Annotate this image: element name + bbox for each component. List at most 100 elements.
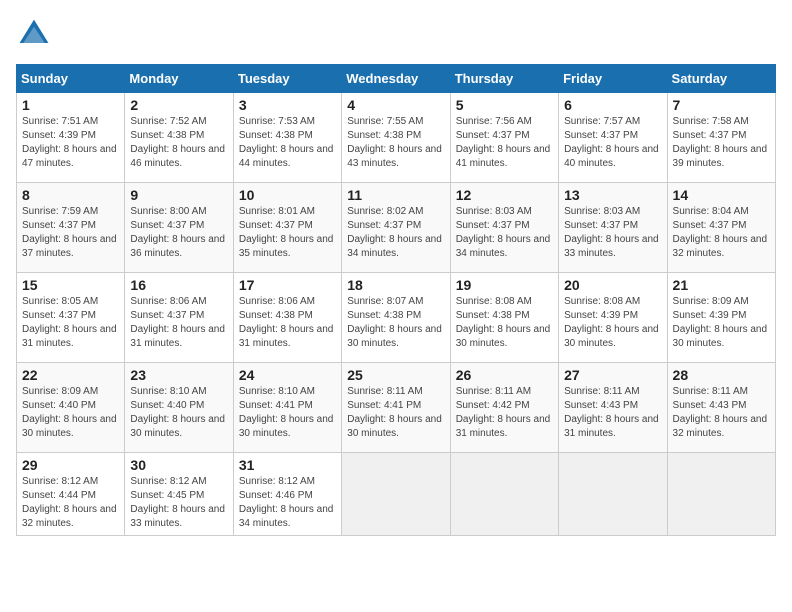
day-number: 27	[564, 367, 661, 383]
calendar-empty-cell	[667, 453, 775, 536]
day-header-saturday: Saturday	[667, 65, 775, 93]
day-info: Sunrise: 7:55 AMSunset: 4:38 PMDaylight:…	[347, 115, 444, 171]
calendar-day-23: 23 Sunrise: 8:10 AMSunset: 4:40 PMDayligh…	[125, 363, 233, 453]
day-info: Sunrise: 8:10 AMSunset: 4:41 PMDaylight:…	[239, 385, 336, 441]
calendar-day-31: 31 Sunrise: 8:12 AMSunset: 4:46 PMDayligh…	[233, 453, 341, 536]
calendar-day-7: 7 Sunrise: 7:58 AMSunset: 4:37 PMDaylight…	[667, 93, 775, 183]
day-number: 14	[673, 187, 770, 203]
calendar-day-21: 21 Sunrise: 8:09 AMSunset: 4:39 PMDayligh…	[667, 273, 775, 363]
calendar-empty-cell	[559, 453, 667, 536]
day-info: Sunrise: 8:06 AMSunset: 4:38 PMDaylight:…	[239, 295, 336, 351]
day-number: 2	[130, 97, 227, 113]
day-info: Sunrise: 8:11 AMSunset: 4:43 PMDaylight:…	[673, 385, 770, 441]
day-info: Sunrise: 7:56 AMSunset: 4:37 PMDaylight:…	[456, 115, 553, 171]
calendar-day-25: 25 Sunrise: 8:11 AMSunset: 4:41 PMDayligh…	[342, 363, 450, 453]
calendar-empty-cell	[450, 453, 558, 536]
calendar-table: SundayMondayTuesdayWednesdayThursdayFrid…	[16, 64, 776, 536]
calendar-day-26: 26Sunrise: 8:11 AMSunset: 4:42 PMDayligh…	[450, 363, 558, 453]
day-info: Sunrise: 8:08 AMSunset: 4:39 PMDaylight:…	[564, 295, 661, 351]
day-number: 22	[22, 367, 119, 383]
page-header	[16, 16, 776, 52]
day-header-monday: Monday	[125, 65, 233, 93]
calendar-day-9: 9 Sunrise: 8:00 AMSunset: 4:37 PMDaylight…	[125, 183, 233, 273]
calendar-day-10: 10Sunrise: 8:01 AMSunset: 4:37 PMDayligh…	[233, 183, 341, 273]
day-number: 28	[673, 367, 770, 383]
day-header-tuesday: Tuesday	[233, 65, 341, 93]
day-number: 7	[673, 97, 770, 113]
day-number: 30	[130, 457, 227, 473]
day-info: Sunrise: 7:58 AMSunset: 4:37 PMDaylight:…	[673, 115, 770, 171]
day-number: 24	[239, 367, 336, 383]
calendar-day-12: 12 Sunrise: 8:03 AMSunset: 4:37 PMDayligh…	[450, 183, 558, 273]
calendar-empty-cell	[342, 453, 450, 536]
day-info: Sunrise: 8:02 AMSunset: 4:37 PMDaylight:…	[347, 205, 444, 261]
day-number: 8	[22, 187, 119, 203]
day-info: Sunrise: 8:09 AMSunset: 4:40 PMDaylight:…	[22, 385, 119, 441]
day-header-wednesday: Wednesday	[342, 65, 450, 93]
calendar-day-13: 13Sunrise: 8:03 AMSunset: 4:37 PMDayligh…	[559, 183, 667, 273]
day-number: 31	[239, 457, 336, 473]
day-number: 29	[22, 457, 119, 473]
calendar-day-22: 22 Sunrise: 8:09 AMSunset: 4:40 PMDayligh…	[17, 363, 125, 453]
day-number: 17	[239, 277, 336, 293]
logo	[16, 16, 56, 52]
day-number: 11	[347, 187, 444, 203]
calendar-day-18: 18 Sunrise: 8:07 AMSunset: 4:38 PMDayligh…	[342, 273, 450, 363]
calendar-week-3: 15Sunrise: 8:05 AMSunset: 4:37 PMDayligh…	[17, 273, 776, 363]
day-info: Sunrise: 8:09 AMSunset: 4:39 PMDaylight:…	[673, 295, 770, 351]
calendar-day-15: 15Sunrise: 8:05 AMSunset: 4:37 PMDayligh…	[17, 273, 125, 363]
day-info: Sunrise: 7:59 AMSunset: 4:37 PMDaylight:…	[22, 205, 119, 261]
calendar-header-row: SundayMondayTuesdayWednesdayThursdayFrid…	[17, 65, 776, 93]
day-info: Sunrise: 8:12 AMSunset: 4:45 PMDaylight:…	[130, 475, 227, 531]
day-number: 13	[564, 187, 661, 203]
logo-icon	[16, 16, 52, 52]
calendar-day-5: 5 Sunrise: 7:56 AMSunset: 4:37 PMDaylight…	[450, 93, 558, 183]
day-info: Sunrise: 8:08 AMSunset: 4:38 PMDaylight:…	[456, 295, 553, 351]
calendar-day-3: 3 Sunrise: 7:53 AMSunset: 4:38 PMDaylight…	[233, 93, 341, 183]
calendar-day-20: 20 Sunrise: 8:08 AMSunset: 4:39 PMDayligh…	[559, 273, 667, 363]
day-number: 21	[673, 277, 770, 293]
day-info: Sunrise: 7:51 AMSunset: 4:39 PMDaylight:…	[22, 115, 119, 171]
calendar-day-4: 4 Sunrise: 7:55 AMSunset: 4:38 PMDaylight…	[342, 93, 450, 183]
day-info: Sunrise: 8:00 AMSunset: 4:37 PMDaylight:…	[130, 205, 227, 261]
day-number: 16	[130, 277, 227, 293]
day-info: Sunrise: 8:05 AMSunset: 4:37 PMDaylight:…	[22, 295, 119, 351]
day-number: 20	[564, 277, 661, 293]
day-number: 1	[22, 97, 119, 113]
day-info: Sunrise: 8:03 AMSunset: 4:37 PMDaylight:…	[456, 205, 553, 261]
day-info: Sunrise: 8:11 AMSunset: 4:43 PMDaylight:…	[564, 385, 661, 441]
day-number: 9	[130, 187, 227, 203]
day-info: Sunrise: 8:07 AMSunset: 4:38 PMDaylight:…	[347, 295, 444, 351]
calendar-day-8: 8 Sunrise: 7:59 AMSunset: 4:37 PMDaylight…	[17, 183, 125, 273]
day-header-thursday: Thursday	[450, 65, 558, 93]
day-info: Sunrise: 8:10 AMSunset: 4:40 PMDaylight:…	[130, 385, 227, 441]
day-number: 25	[347, 367, 444, 383]
day-number: 26	[456, 367, 553, 383]
calendar-day-29: 29Sunrise: 8:12 AMSunset: 4:44 PMDayligh…	[17, 453, 125, 536]
day-info: Sunrise: 7:53 AMSunset: 4:38 PMDaylight:…	[239, 115, 336, 171]
calendar-day-14: 14 Sunrise: 8:04 AMSunset: 4:37 PMDayligh…	[667, 183, 775, 273]
day-info: Sunrise: 8:12 AMSunset: 4:46 PMDaylight:…	[239, 475, 336, 531]
day-number: 19	[456, 277, 553, 293]
day-info: Sunrise: 7:52 AMSunset: 4:38 PMDaylight:…	[130, 115, 227, 171]
calendar-day-24: 24 Sunrise: 8:10 AMSunset: 4:41 PMDayligh…	[233, 363, 341, 453]
calendar-day-6: 6Sunrise: 7:57 AMSunset: 4:37 PMDaylight…	[559, 93, 667, 183]
day-number: 23	[130, 367, 227, 383]
day-info: Sunrise: 8:11 AMSunset: 4:41 PMDaylight:…	[347, 385, 444, 441]
calendar-day-19: 19 Sunrise: 8:08 AMSunset: 4:38 PMDayligh…	[450, 273, 558, 363]
day-number: 12	[456, 187, 553, 203]
day-header-sunday: Sunday	[17, 65, 125, 93]
calendar-day-27: 27 Sunrise: 8:11 AMSunset: 4:43 PMDayligh…	[559, 363, 667, 453]
day-number: 6	[564, 97, 661, 113]
day-number: 4	[347, 97, 444, 113]
day-info: Sunrise: 8:04 AMSunset: 4:37 PMDaylight:…	[673, 205, 770, 261]
calendar-day-11: 11 Sunrise: 8:02 AMSunset: 4:37 PMDayligh…	[342, 183, 450, 273]
calendar-day-28: 28 Sunrise: 8:11 AMSunset: 4:43 PMDayligh…	[667, 363, 775, 453]
day-number: 18	[347, 277, 444, 293]
calendar-week-4: 22 Sunrise: 8:09 AMSunset: 4:40 PMDayligh…	[17, 363, 776, 453]
day-info: Sunrise: 8:06 AMSunset: 4:37 PMDaylight:…	[130, 295, 227, 351]
day-number: 5	[456, 97, 553, 113]
day-number: 3	[239, 97, 336, 113]
calendar-day-2: 2 Sunrise: 7:52 AMSunset: 4:38 PMDaylight…	[125, 93, 233, 183]
calendar-day-17: 17 Sunrise: 8:06 AMSunset: 4:38 PMDayligh…	[233, 273, 341, 363]
